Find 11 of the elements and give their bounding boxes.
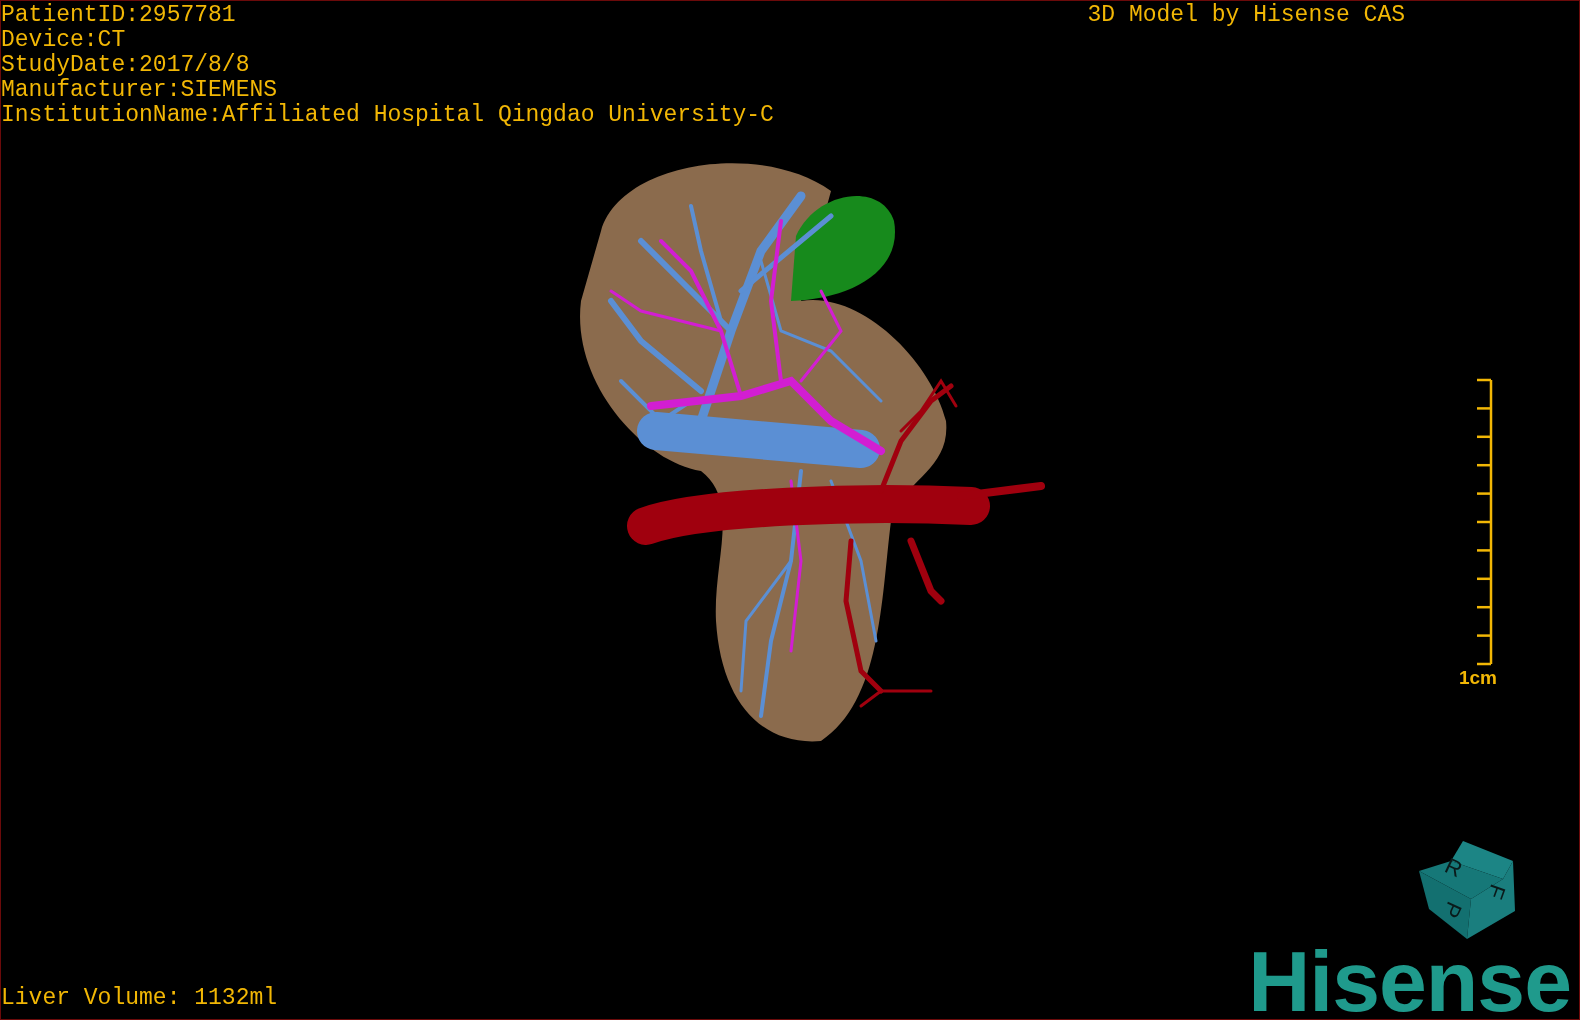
model-title: 3D Model by Hisense CAS: [1087, 3, 1405, 28]
liver-volume-text: Liver Volume: 1132ml: [1, 986, 278, 1013]
patient-info-text: Manufacturer:SIEMENS: [1, 78, 279, 103]
patient-info-text: PatientID:2957781: [1, 3, 237, 28]
patient-info-text: StudyDate:2017/8/8: [1, 53, 251, 78]
orientation-cube[interactable]: R F P: [1415, 839, 1519, 943]
patient-info-text: Device:CT: [1, 28, 127, 53]
brand-logo: Hisense: [1248, 943, 1571, 1019]
scale-label: 1cm: [1458, 668, 1497, 688]
patient-info-text: InstitutionName:Affiliated Hospital Qingdao University-C: [1, 103, 774, 128]
scale-ruler-icon: [1475, 378, 1493, 666]
